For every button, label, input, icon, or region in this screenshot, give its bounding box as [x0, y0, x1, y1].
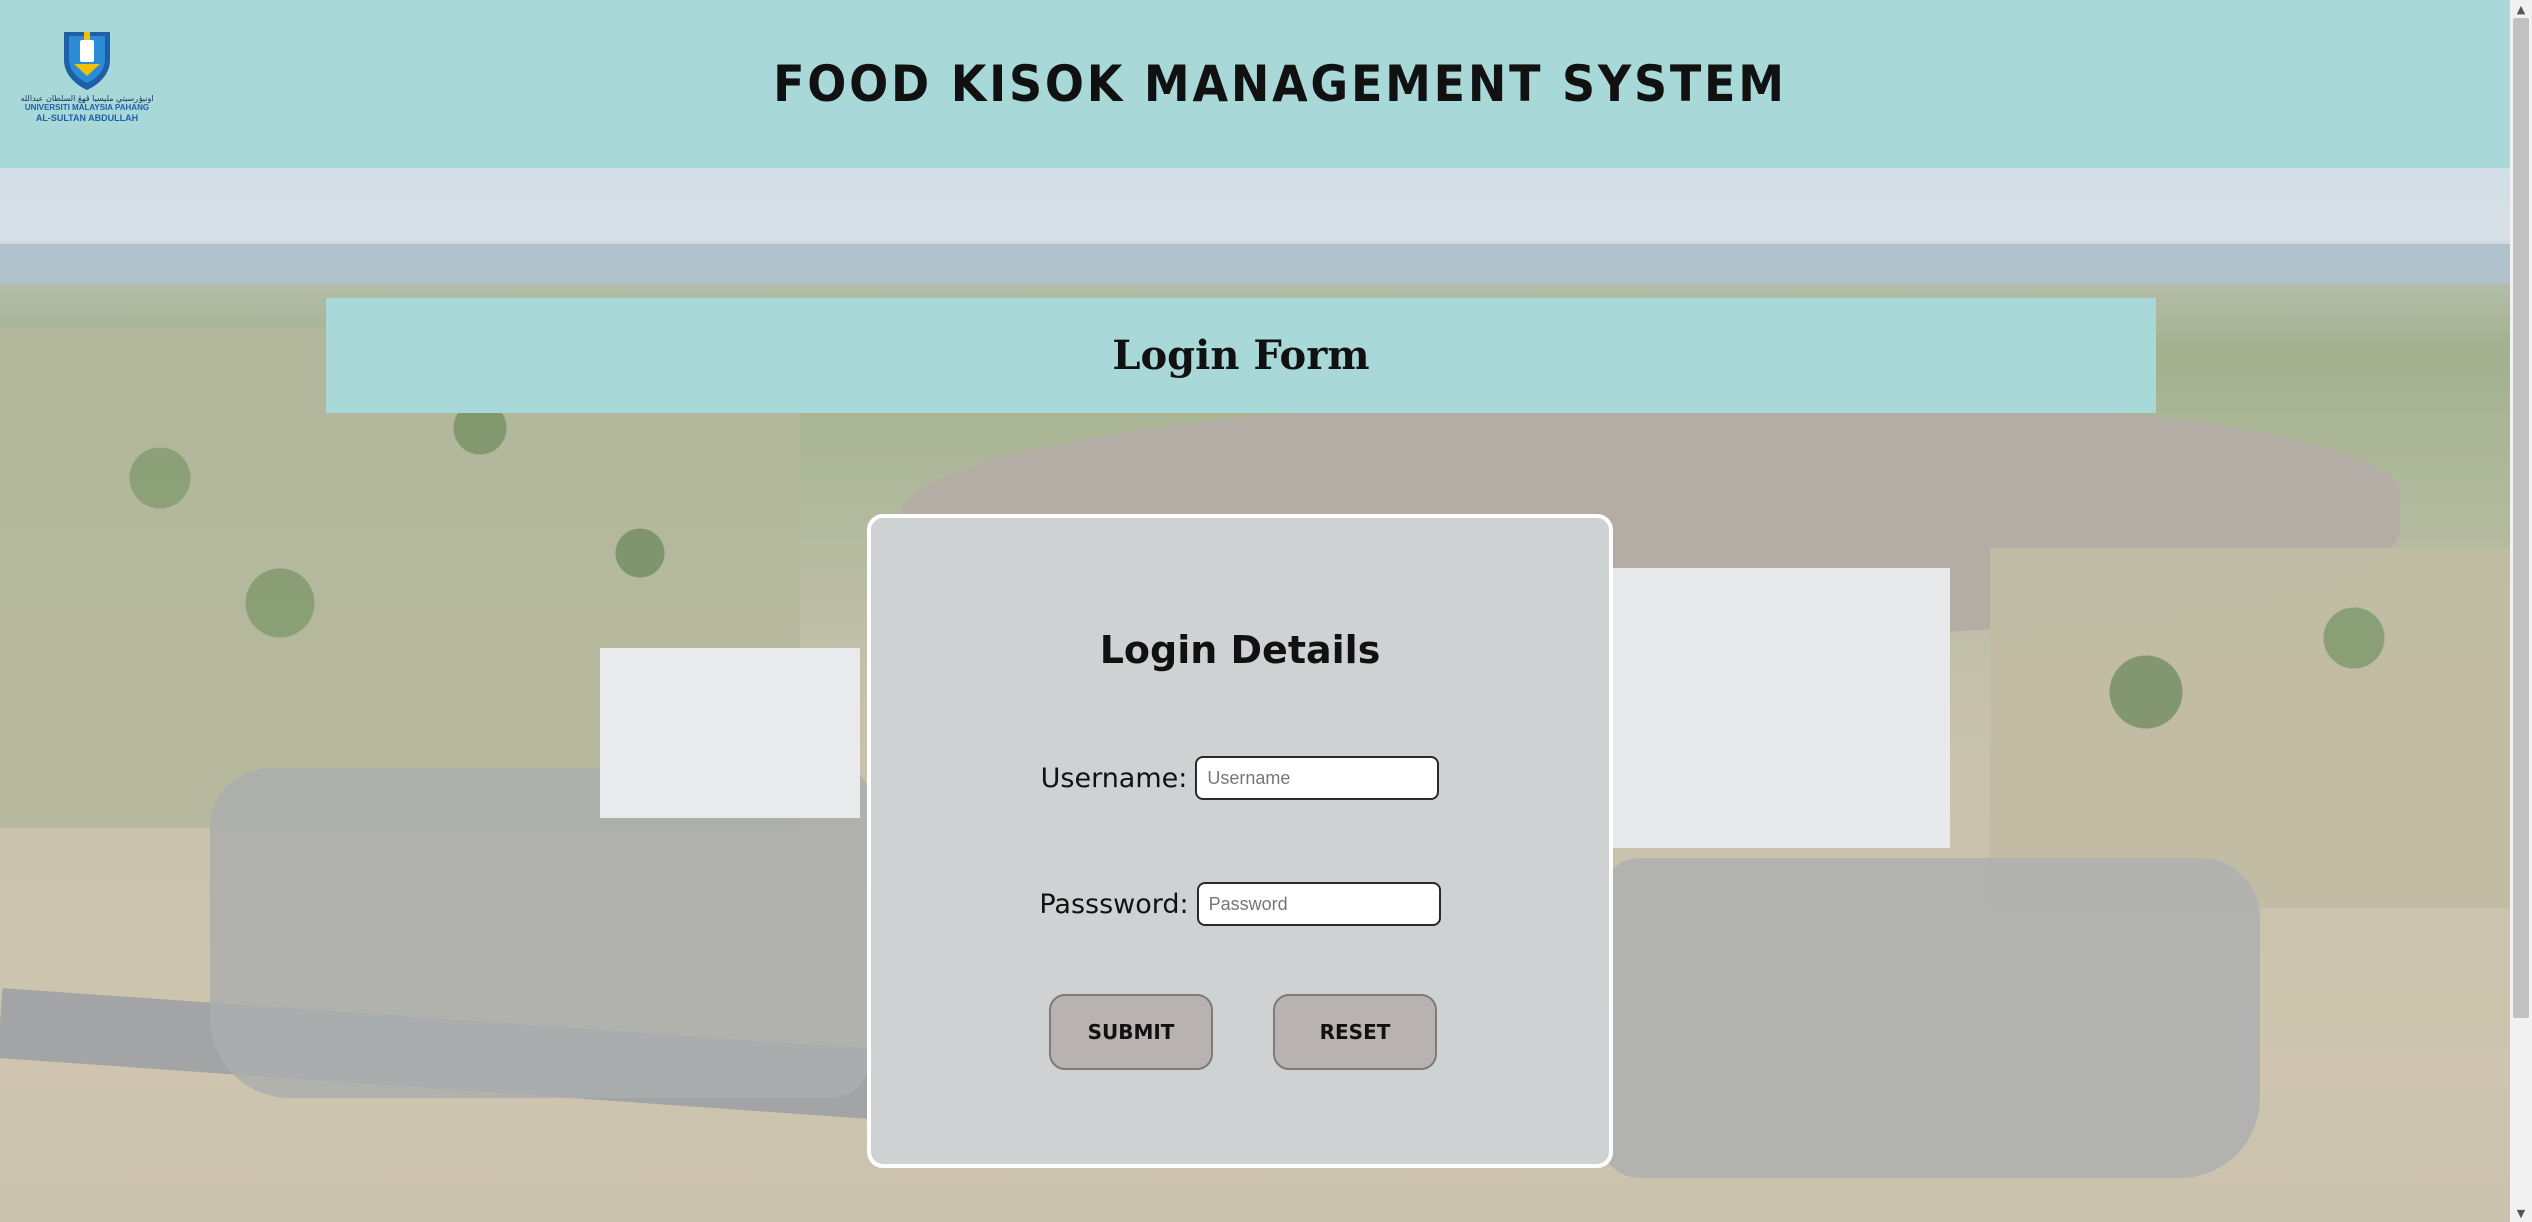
username-input[interactable]	[1195, 756, 1440, 800]
scroll-down-arrow-icon[interactable]: ▼	[2510, 1204, 2532, 1222]
shield-logo-icon	[64, 32, 110, 90]
university-logo: اونيۏرسيتي مليسيا ڤهڠ السلطان عبدالله UN…	[20, 30, 154, 132]
vertical-scrollbar[interactable]: ▲ ▼	[2510, 0, 2532, 1222]
scroll-up-arrow-icon[interactable]: ▲	[2510, 0, 2532, 18]
login-form-banner: Login Form	[326, 298, 2156, 413]
logo-university-name: UNIVERSITI MALAYSIA PAHANG	[24, 103, 150, 112]
password-label: Passsword:	[1039, 888, 1189, 920]
site-header: اونيۏرسيتي مليسيا ڤهڠ السلطان عبدالله UN…	[0, 0, 2510, 168]
username-row: Username:	[871, 756, 1609, 800]
reset-button[interactable]: RESET	[1273, 994, 1437, 1070]
scrollbar-thumb[interactable]	[2513, 18, 2529, 1018]
password-input[interactable]	[1196, 882, 1441, 926]
login-card: Login Details Username: Passsword: SUBMI…	[867, 514, 1613, 1168]
login-form-title: Login Form	[1112, 332, 1370, 379]
site-title: FOOD KISOK MANAGEMENT SYSTEM	[773, 55, 1787, 113]
submit-button[interactable]: SUBMIT	[1049, 994, 1213, 1070]
password-row: Passsword:	[871, 882, 1609, 926]
username-label: Username:	[1040, 762, 1188, 794]
logo-arabic-text: اونيۏرسيتي مليسيا ڤهڠ السلطان عبدالله	[20, 94, 154, 103]
login-details-heading: Login Details	[1099, 628, 1381, 672]
logo-university-suffix: AL-SULTAN ABDULLAH	[35, 113, 139, 123]
